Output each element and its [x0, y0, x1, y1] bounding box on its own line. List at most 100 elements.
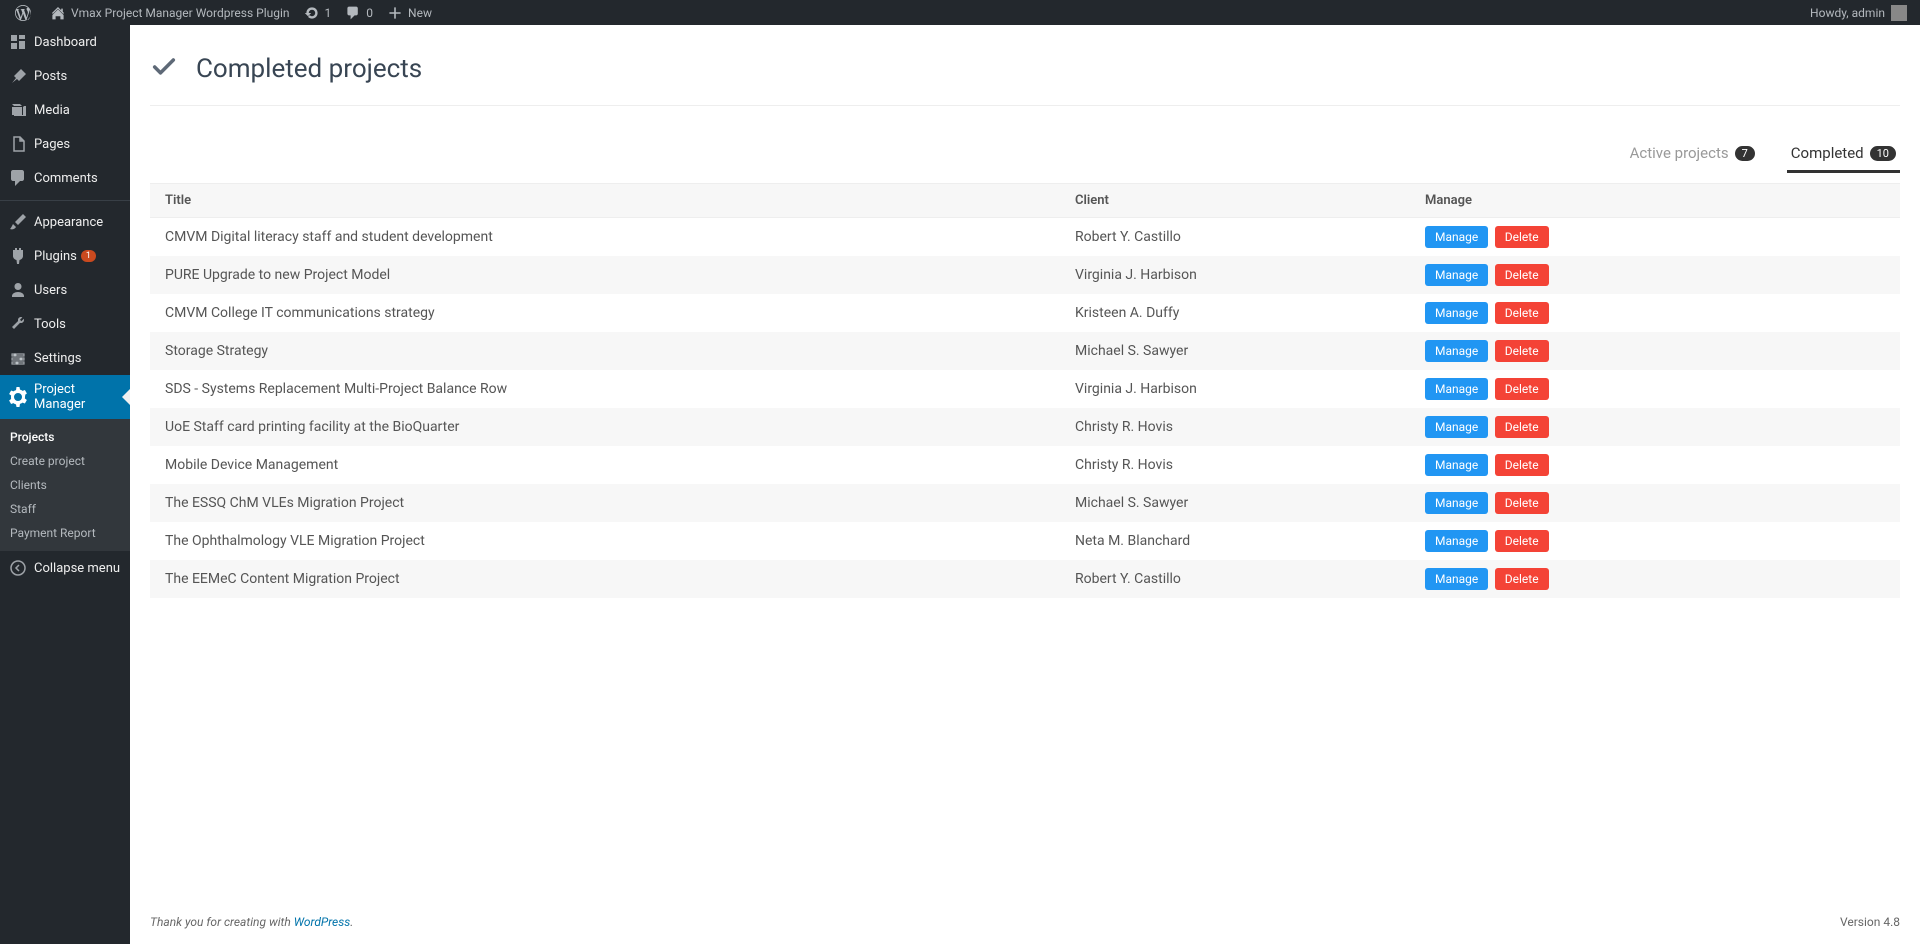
- sidebar-item-posts[interactable]: Posts: [0, 59, 130, 93]
- tools-icon: [8, 314, 28, 334]
- delete-button[interactable]: Delete: [1495, 530, 1549, 552]
- manage-button[interactable]: Manage: [1425, 416, 1488, 438]
- footer-thanks: Thank you for creating with: [150, 915, 294, 929]
- sidebar-item-pages[interactable]: Pages: [0, 127, 130, 161]
- manage-button[interactable]: Manage: [1425, 454, 1488, 476]
- manage-button[interactable]: Manage: [1425, 302, 1488, 324]
- sidebar-item-project-manager[interactable]: Project Manager: [0, 375, 130, 419]
- tab-completed[interactable]: Completed 10: [1787, 136, 1900, 173]
- refresh-icon: [304, 5, 320, 21]
- avatar: [1891, 5, 1907, 21]
- cell-actions: Manage Delete: [1410, 446, 1900, 484]
- updates-link[interactable]: 1: [297, 0, 339, 25]
- footer: Thank you for creating with WordPress. V…: [130, 905, 1920, 944]
- table-row: Mobile Device Management Christy R. Hovi…: [150, 446, 1900, 484]
- delete-button[interactable]: Delete: [1495, 416, 1549, 438]
- sidebar-item-users[interactable]: Users: [0, 273, 130, 307]
- delete-button[interactable]: Delete: [1495, 302, 1549, 324]
- cell-actions: Manage Delete: [1410, 560, 1900, 598]
- sidebar-item-tools[interactable]: Tools: [0, 307, 130, 341]
- delete-button[interactable]: Delete: [1495, 264, 1549, 286]
- tab-label: Completed: [1791, 144, 1864, 162]
- project-manager-submenu: ProjectsCreate projectClientsStaffPaymen…: [0, 419, 130, 551]
- page-title: Completed projects: [196, 54, 422, 84]
- update-badge: 1: [81, 250, 96, 262]
- page-header: Completed projects: [150, 43, 1900, 106]
- site-link[interactable]: Vmax Project Manager Wordpress Plugin: [43, 0, 297, 25]
- manage-button[interactable]: Manage: [1425, 568, 1488, 590]
- pin-icon: [8, 66, 28, 86]
- new-label: New: [408, 6, 432, 20]
- dashboard-icon: [8, 32, 28, 52]
- submenu-item-create-project[interactable]: Create project: [0, 449, 130, 473]
- sidebar-item-label: Plugins: [34, 249, 77, 264]
- cell-client: Christy R. Hovis: [1060, 408, 1410, 446]
- home-icon: [50, 5, 66, 21]
- collapse-menu[interactable]: Collapse menu: [0, 551, 130, 585]
- sidebar-item-label: Project Manager: [34, 382, 122, 412]
- manage-button[interactable]: Manage: [1425, 492, 1488, 514]
- manage-button[interactable]: Manage: [1425, 378, 1488, 400]
- table-row: UoE Staff card printing facility at the …: [150, 408, 1900, 446]
- cell-client: Christy R. Hovis: [1060, 446, 1410, 484]
- table-row: PURE Upgrade to new Project Model Virgin…: [150, 256, 1900, 294]
- delete-button[interactable]: Delete: [1495, 492, 1549, 514]
- sidebar-item-settings[interactable]: Settings: [0, 341, 130, 375]
- comments-count: 0: [366, 6, 373, 20]
- cell-title: The ESSQ ChM VLEs Migration Project: [150, 484, 1060, 522]
- submenu-item-clients[interactable]: Clients: [0, 473, 130, 497]
- tab-label: Active projects: [1630, 144, 1729, 162]
- sidebar-item-comments[interactable]: Comments: [0, 161, 130, 195]
- tab-active-projects[interactable]: Active projects 7: [1626, 136, 1759, 173]
- account-link[interactable]: Howdy, admin: [1810, 5, 1912, 21]
- gear-icon: [8, 387, 28, 407]
- table-row: The EEMeC Content Migration Project Robe…: [150, 560, 1900, 598]
- cell-client: Michael S. Sawyer: [1060, 332, 1410, 370]
- cell-actions: Manage Delete: [1410, 256, 1900, 294]
- delete-button[interactable]: Delete: [1495, 378, 1549, 400]
- table-row: The Ophthalmology VLE Migration Project …: [150, 522, 1900, 560]
- wordpress-icon: [15, 5, 31, 21]
- manage-button[interactable]: Manage: [1425, 340, 1488, 362]
- brush-icon: [8, 212, 28, 232]
- manage-button[interactable]: Manage: [1425, 530, 1488, 552]
- cell-client: Virginia J. Harbison: [1060, 256, 1410, 294]
- cell-actions: Manage Delete: [1410, 408, 1900, 446]
- sidebar-item-label: Appearance: [34, 215, 103, 230]
- cell-title: Mobile Device Management: [150, 446, 1060, 484]
- submenu-item-staff[interactable]: Staff: [0, 497, 130, 521]
- cell-title: SDS - Systems Replacement Multi-Project …: [150, 370, 1060, 408]
- cell-title: CMVM College IT communications strategy: [150, 294, 1060, 332]
- cell-title: Storage Strategy: [150, 332, 1060, 370]
- admin-topbar: Vmax Project Manager Wordpress Plugin 1 …: [0, 0, 1920, 25]
- sidebar-item-dashboard[interactable]: Dashboard: [0, 25, 130, 59]
- cell-title: The EEMeC Content Migration Project: [150, 560, 1060, 598]
- pages-icon: [8, 134, 28, 154]
- comments-link[interactable]: 0: [338, 0, 380, 25]
- sidebar-item-appearance[interactable]: Appearance: [0, 205, 130, 239]
- manage-button[interactable]: Manage: [1425, 264, 1488, 286]
- projects-table: Title Client Manage CMVM Digital literac…: [150, 183, 1900, 598]
- table-row: CMVM College IT communications strategy …: [150, 294, 1900, 332]
- sidebar-item-media[interactable]: Media: [0, 93, 130, 127]
- delete-button[interactable]: Delete: [1495, 226, 1549, 248]
- cell-actions: Manage Delete: [1410, 484, 1900, 522]
- site-name: Vmax Project Manager Wordpress Plugin: [71, 6, 290, 20]
- sidebar-item-plugins[interactable]: Plugins 1: [0, 239, 130, 273]
- submenu-item-payment-report[interactable]: Payment Report: [0, 521, 130, 545]
- wp-logo[interactable]: [8, 0, 43, 25]
- cell-actions: Manage Delete: [1410, 370, 1900, 408]
- submenu-item-projects[interactable]: Projects: [0, 425, 130, 449]
- cell-title: CMVM Digital literacy staff and student …: [150, 218, 1060, 257]
- delete-button[interactable]: Delete: [1495, 454, 1549, 476]
- manage-button[interactable]: Manage: [1425, 226, 1488, 248]
- delete-button[interactable]: Delete: [1495, 568, 1549, 590]
- wordpress-link[interactable]: WordPress: [294, 915, 351, 929]
- cell-actions: Manage Delete: [1410, 332, 1900, 370]
- new-link[interactable]: New: [380, 0, 439, 25]
- table-row: The ESSQ ChM VLEs Migration Project Mich…: [150, 484, 1900, 522]
- collapse-label: Collapse menu: [34, 561, 120, 576]
- col-title: Title: [150, 184, 1060, 218]
- col-manage: Manage: [1410, 184, 1900, 218]
- delete-button[interactable]: Delete: [1495, 340, 1549, 362]
